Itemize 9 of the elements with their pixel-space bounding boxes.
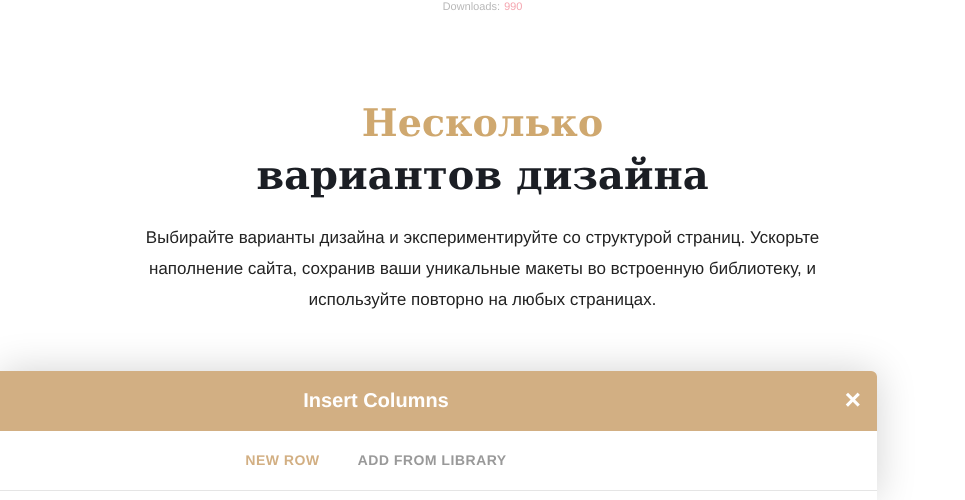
description: Выбирайте варианты дизайна и экспериментируйте со структурой страниц. Ускорьте наполнение сайта, сохранив ваши уникальные макеты во встроенную библиотеку, и используйте повторно на любых страницах.	[144, 227, 820, 311]
downloads-count: 990	[504, 1, 522, 15]
tab[interactable]: NEW ROW	[245, 450, 320, 471]
downloads-label: Downloads:	[442, 1, 500, 15]
close-button[interactable]: ×	[844, 385, 861, 415]
tab[interactable]: ADD FROM LIBRARY	[358, 450, 507, 471]
modal-title: Insert Columns	[302, 389, 450, 414]
heading: вариантов дизайна	[256, 151, 709, 201]
heading-accent: Несколько	[362, 99, 604, 147]
